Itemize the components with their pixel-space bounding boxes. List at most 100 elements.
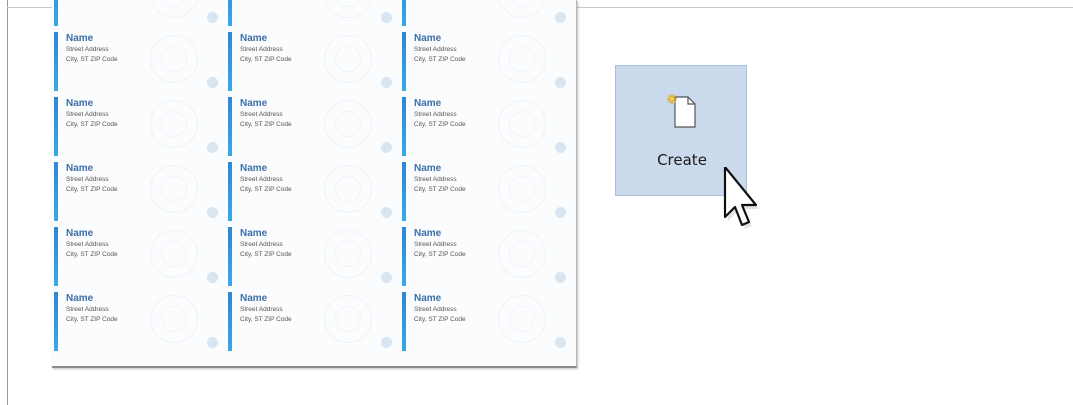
label-watermark (324, 0, 372, 18)
address-label: Name Street Address City, ST ZIP Code (226, 224, 400, 289)
label-street: Street Address (66, 241, 109, 248)
label-watermark (324, 295, 372, 343)
label-grid: Name Street Address City, ST ZIP Code Na… (52, 0, 574, 354)
label-accent-stripe (402, 292, 406, 351)
address-label: Name Street Address City, ST ZIP Code (226, 159, 400, 224)
label-text: Name Street Address City, ST ZIP Code (240, 163, 292, 195)
label-street: Street Address (414, 241, 457, 248)
label-accent-stripe (228, 227, 232, 286)
label-name: Name (414, 163, 442, 174)
label-city: City, ST ZIP Code (66, 186, 118, 193)
label-name: Name (240, 293, 268, 304)
label-accent-stripe (228, 292, 232, 351)
label-accent-stripe (228, 162, 232, 221)
label-dot-icon (381, 207, 392, 218)
label-accent-stripe (402, 97, 406, 156)
label-watermark (498, 100, 546, 148)
label-dot-icon (555, 272, 566, 283)
label-street: Street Address (240, 306, 283, 313)
label-watermark (324, 35, 372, 83)
label-name: Name (240, 33, 268, 44)
label-city: City, ST ZIP Code (414, 251, 466, 258)
label-name: Name (414, 98, 442, 109)
label-dot-icon (555, 142, 566, 153)
label-text: Name Street Address City, ST ZIP Code (66, 33, 118, 65)
label-dot-icon (381, 12, 392, 23)
label-street: Street Address (240, 241, 283, 248)
label-city: City, ST ZIP Code (66, 56, 118, 63)
address-label (400, 0, 574, 29)
label-watermark (498, 295, 546, 343)
label-text: Name Street Address City, ST ZIP Code (414, 293, 466, 325)
label-city: City, ST ZIP Code (240, 56, 292, 63)
label-name: Name (240, 163, 268, 174)
label-watermark (150, 295, 198, 343)
label-text: Name Street Address City, ST ZIP Code (66, 293, 118, 325)
label-dot-icon (381, 272, 392, 283)
label-watermark (498, 0, 546, 18)
label-city: City, ST ZIP Code (66, 316, 118, 323)
address-label: Name Street Address City, ST ZIP Code (400, 94, 574, 159)
label-watermark (324, 230, 372, 278)
label-name: Name (240, 228, 268, 239)
label-text: Name Street Address City, ST ZIP Code (240, 98, 292, 130)
label-dot-icon (381, 77, 392, 88)
label-accent-stripe (54, 292, 58, 351)
label-dot-icon (555, 337, 566, 348)
label-watermark (498, 35, 546, 83)
label-text: Name Street Address City, ST ZIP Code (240, 293, 292, 325)
label-accent-stripe (54, 0, 58, 26)
address-label: Name Street Address City, ST ZIP Code (400, 289, 574, 354)
label-accent-stripe (228, 97, 232, 156)
label-dot-icon (381, 142, 392, 153)
label-sheet-preview: Name Street Address City, ST ZIP Code Na… (52, 0, 577, 368)
label-watermark (150, 0, 198, 18)
label-street: Street Address (414, 306, 457, 313)
label-text: Name Street Address City, ST ZIP Code (414, 98, 466, 130)
label-text: Name Street Address City, ST ZIP Code (240, 228, 292, 260)
address-label: Name Street Address City, ST ZIP Code (226, 94, 400, 159)
address-label: Name Street Address City, ST ZIP Code (52, 224, 226, 289)
label-watermark (150, 35, 198, 83)
address-label: Name Street Address City, ST ZIP Code (52, 289, 226, 354)
label-accent-stripe (54, 162, 58, 221)
new-document-icon (667, 94, 696, 128)
label-accent-stripe (54, 32, 58, 91)
address-label: Name Street Address City, ST ZIP Code (400, 159, 574, 224)
label-name: Name (66, 33, 94, 44)
label-text: Name Street Address City, ST ZIP Code (66, 163, 118, 195)
label-accent-stripe (228, 0, 232, 26)
label-name: Name (414, 33, 442, 44)
address-label (52, 0, 226, 29)
label-name: Name (66, 228, 94, 239)
label-dot-icon (207, 207, 218, 218)
label-accent-stripe (402, 0, 406, 26)
label-name: Name (414, 228, 442, 239)
address-label: Name Street Address City, ST ZIP Code (400, 224, 574, 289)
window-left-border (7, 0, 8, 405)
label-city: City, ST ZIP Code (414, 186, 466, 193)
address-label: Name Street Address City, ST ZIP Code (52, 94, 226, 159)
label-city: City, ST ZIP Code (414, 56, 466, 63)
mouse-pointer-icon (723, 167, 759, 229)
address-label: Name Street Address City, ST ZIP Code (52, 29, 226, 94)
label-street: Street Address (414, 176, 457, 183)
address-label (226, 0, 400, 29)
label-name: Name (240, 98, 268, 109)
label-city: City, ST ZIP Code (240, 316, 292, 323)
label-street: Street Address (66, 111, 109, 118)
label-text: Name Street Address City, ST ZIP Code (414, 228, 466, 260)
label-watermark (324, 165, 372, 213)
label-accent-stripe (402, 162, 406, 221)
label-city: City, ST ZIP Code (414, 316, 466, 323)
label-watermark (150, 100, 198, 148)
label-accent-stripe (54, 97, 58, 156)
label-dot-icon (207, 12, 218, 23)
label-dot-icon (555, 12, 566, 23)
label-text: Name Street Address City, ST ZIP Code (414, 163, 466, 195)
label-dot-icon (207, 142, 218, 153)
label-city: City, ST ZIP Code (240, 186, 292, 193)
label-name: Name (66, 98, 94, 109)
label-accent-stripe (228, 32, 232, 91)
label-street: Street Address (414, 46, 457, 53)
